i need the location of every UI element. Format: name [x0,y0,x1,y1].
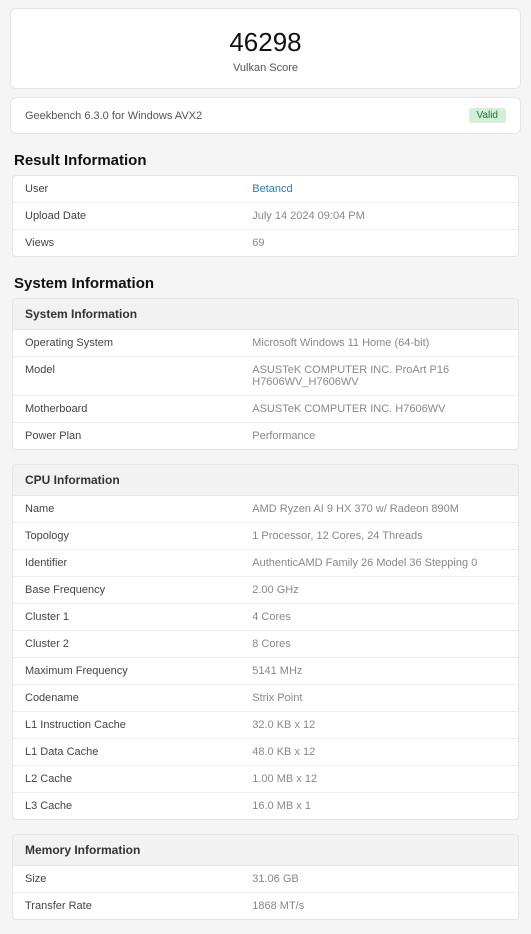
row-label: Codename [13,685,240,711]
row-value: Strix Point [240,685,518,711]
row-label: L1 Data Cache [13,739,240,765]
table-header: Memory Information [13,835,518,866]
row-label: Base Frequency [13,577,240,603]
table-row: Maximum Frequency5141 MHz [13,658,518,685]
info-table: Memory InformationSize31.06 GBTransfer R… [12,834,519,920]
table-row: Cluster 28 Cores [13,631,518,658]
user-link[interactable]: Betancd [240,176,518,202]
row-label: Motherboard [13,396,240,422]
table-row: CodenameStrix Point [13,685,518,712]
info-table: CPU InformationNameAMD Ryzen AI 9 HX 370… [12,464,519,820]
row-value: 1.00 MB x 12 [240,766,518,792]
score-value: 46298 [21,27,510,58]
row-value: 1868 MT/s [240,893,518,919]
row-value: 31.06 GB [240,866,518,892]
table-row: L1 Data Cache48.0 KB x 12 [13,739,518,766]
table-row: Upload DateJuly 14 2024 09:04 PM [13,203,518,230]
row-value: 1 Processor, 12 Cores, 24 Threads [240,523,518,549]
row-label: Power Plan [13,423,240,449]
version-row: Geekbench 6.3.0 for Windows AVX2 Valid [10,97,521,134]
row-label: Identifier [13,550,240,576]
score-card: 46298 Vulkan Score [10,8,521,89]
row-label: Topology [13,523,240,549]
table-row: Transfer Rate1868 MT/s [13,893,518,919]
row-label: Upload Date [13,203,240,229]
row-value: 5141 MHz [240,658,518,684]
row-label: L3 Cache [13,793,240,819]
table-row: L1 Instruction Cache32.0 KB x 12 [13,712,518,739]
result-info-table: UserBetancdUpload DateJuly 14 2024 09:04… [12,175,519,257]
table-row: UserBetancd [13,176,518,203]
row-value: ASUSTeK COMPUTER INC. ProArt P16 H7606WV… [240,357,518,395]
row-label: Cluster 2 [13,631,240,657]
row-value: Performance [240,423,518,449]
table-row: MotherboardASUSTeK COMPUTER INC. H7606WV [13,396,518,423]
result-info-title: Result Information [14,152,517,169]
table-row: Size31.06 GB [13,866,518,893]
table-header: System Information [13,299,518,330]
row-value: 32.0 KB x 12 [240,712,518,738]
info-table: System InformationOperating SystemMicros… [12,298,519,450]
table-row: Base Frequency2.00 GHz [13,577,518,604]
row-value: July 14 2024 09:04 PM [240,203,518,229]
table-row: Power PlanPerformance [13,423,518,449]
row-value: 48.0 KB x 12 [240,739,518,765]
version-text: Geekbench 6.3.0 for Windows AVX2 [25,110,202,122]
row-label: Maximum Frequency [13,658,240,684]
table-row: L3 Cache16.0 MB x 1 [13,793,518,819]
row-label: Transfer Rate [13,893,240,919]
row-label: Views [13,230,240,256]
table-row: Views69 [13,230,518,256]
system-info-title: System Information [14,275,517,292]
row-label: Cluster 1 [13,604,240,630]
row-value: ASUSTeK COMPUTER INC. H7606WV [240,396,518,422]
row-value: 8 Cores [240,631,518,657]
row-value: AMD Ryzen AI 9 HX 370 w/ Radeon 890M [240,496,518,522]
table-row: ModelASUSTeK COMPUTER INC. ProArt P16 H7… [13,357,518,396]
row-label: L1 Instruction Cache [13,712,240,738]
row-label: Operating System [13,330,240,356]
row-label: L2 Cache [13,766,240,792]
row-label: Model [13,357,240,395]
row-value: 4 Cores [240,604,518,630]
row-value: 2.00 GHz [240,577,518,603]
row-value: 16.0 MB x 1 [240,793,518,819]
table-row: NameAMD Ryzen AI 9 HX 370 w/ Radeon 890M [13,496,518,523]
table-header: CPU Information [13,465,518,496]
row-label: Name [13,496,240,522]
row-value: Microsoft Windows 11 Home (64-bit) [240,330,518,356]
valid-badge: Valid [469,108,507,123]
table-row: Cluster 14 Cores [13,604,518,631]
row-value: AuthenticAMD Family 26 Model 36 Stepping… [240,550,518,576]
score-label: Vulkan Score [21,62,510,74]
table-row: L2 Cache1.00 MB x 12 [13,766,518,793]
row-value: 69 [240,230,518,256]
row-label: Size [13,866,240,892]
table-row: Operating SystemMicrosoft Windows 11 Hom… [13,330,518,357]
row-label: User [13,176,240,202]
table-row: Topology1 Processor, 12 Cores, 24 Thread… [13,523,518,550]
table-row: IdentifierAuthenticAMD Family 26 Model 3… [13,550,518,577]
